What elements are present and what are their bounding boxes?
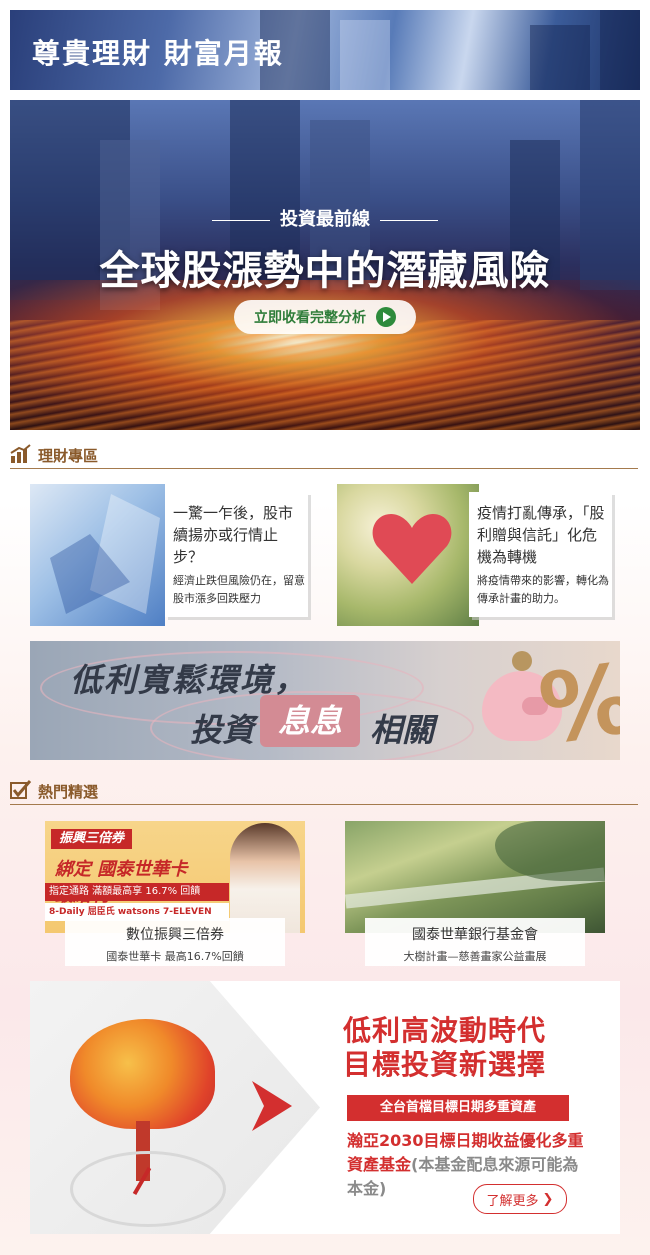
fund-title-line-2: 目標投資新選擇 (343, 1048, 547, 1081)
fund-badge: 全台首檔目標日期多重資產 (347, 1095, 569, 1121)
article-headline[interactable]: 疫情打亂傳承，「股利贈與信託」化危機為轉機 (477, 502, 609, 568)
light-streaks (10, 320, 640, 430)
article-desc: 經濟止跌但風險仍在，留意股市漲多回跌壓力 (173, 574, 305, 605)
promo-subtitle: 國泰世華卡 最高16.7%回饋 (106, 950, 244, 963)
banner-line-2c: 相關 (370, 711, 435, 749)
hero-kicker: 投資最前線 (10, 205, 640, 231)
heart-icon (372, 514, 452, 584)
header-banner: 尊貴理財 財富月報 (10, 10, 640, 90)
promo-title[interactable]: 數位振興三倍券 (65, 924, 285, 944)
banner-line-2a: 投資 (190, 711, 255, 749)
play-icon (376, 307, 396, 327)
promo-caption-2[interactable]: 國泰世華銀行基金會 大樹計畫—慈善畫家公益畫展 (365, 918, 585, 966)
banner-highlight: 息息 (260, 695, 360, 747)
article-desc: 將疫情帶來的影響，轉化為傳承計畫的助力。 (477, 574, 609, 605)
article-image-bull[interactable] (30, 484, 165, 626)
low-rate-banner[interactable]: 低利寬鬆環境， 投資 息息 相關 % (30, 641, 620, 760)
promo-subtitle: 大樹計畫—慈善畫家公益畫展 (403, 950, 547, 963)
promo-image-painting[interactable] (345, 821, 605, 933)
hero-kicker-text: 投資最前線 (280, 209, 370, 230)
coin-icon (512, 651, 532, 671)
voucher-tag: 振興三倍券 (51, 829, 133, 849)
chart-up-icon (10, 444, 31, 463)
checkbox-icon (10, 780, 32, 799)
article-card-2[interactable]: 疫情打亂傳承，「股利贈與信託」化危機為轉機 將疫情帶來的影響，轉化為傳承計畫的助… (469, 492, 612, 617)
section-header-hot: 熱門精選 (10, 778, 638, 805)
section-title-hot: 熱門精選 (38, 783, 99, 801)
tree-illustration (70, 1019, 215, 1129)
learn-more-button[interactable]: 了解更多 ❯ (473, 1184, 567, 1214)
learn-more-label: 了解更多 (486, 1193, 539, 1209)
section-title-wealth: 理財專區 (38, 447, 99, 465)
article-card-1[interactable]: 一驚一乍後，股市續揚亦或行情止步？ 經濟止跌但風險仍在，留意股市漲多回跌壓力 (165, 492, 308, 617)
promo-title[interactable]: 國泰世華銀行基金會 (365, 924, 585, 944)
fund-banner[interactable]: 低利高波動時代 目標投資新選擇 全台首檔目標日期多重資產 瀚亞2030目標日期收… (30, 981, 620, 1234)
hero-banner[interactable]: 投資最前線 全球股漲勢中的潛藏風險 立即收看完整分析 (10, 100, 640, 430)
watch-analysis-button[interactable]: 立即收看完整分析 (234, 300, 416, 334)
chevron-right-icon (252, 1081, 292, 1131)
promo-image-voucher[interactable]: 振興三倍券 綁定 國泰世華卡 最給利 指定通路 滿額最高享 16.7% 回饋 8… (45, 821, 305, 933)
chevron-right-icon: ❯ (542, 1191, 554, 1207)
article-image-heart[interactable] (337, 484, 479, 626)
hero-headline: 全球股漲勢中的潛藏風險 (99, 248, 551, 294)
clock-illustration (70, 1151, 226, 1227)
spokesperson-image (230, 823, 300, 933)
page-title: 尊貴理財 財富月報 (32, 37, 284, 70)
section-header-wealth: 理財專區 (10, 442, 638, 469)
percent-icon: % (532, 641, 620, 760)
promo-caption-1[interactable]: 數位振興三倍券 國泰世華卡 最高16.7%回饋 (65, 918, 285, 966)
watch-analysis-label: 立即收看完整分析 (254, 310, 366, 326)
promo-bar: 指定通路 滿額最高享 16.7% 回饋 (45, 883, 229, 901)
article-headline[interactable]: 一驚一乍後，股市續揚亦或行情止步？ (173, 502, 305, 568)
